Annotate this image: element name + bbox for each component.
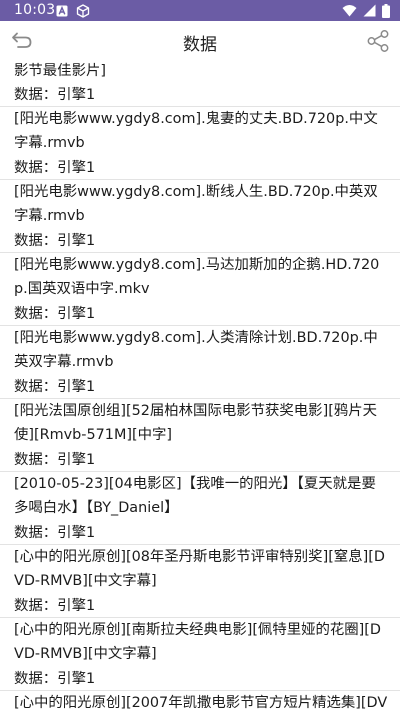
list-item[interactable]: [阳光电影www.ygdy8.com].人类清除计划.BD.720p.中英双字幕… (0, 326, 400, 399)
item-title: [阳光电影www.ygdy8.com].断线人生.BD.720p.中英双字幕.r… (14, 184, 378, 224)
app-bar: 数据 (0, 21, 400, 61)
item-meta: 数据：引擎1 (14, 598, 96, 614)
status-time: 10:03 (14, 2, 56, 18)
list-item[interactable]: [阳光电影www.ygdy8.com].断线人生.BD.720p.中英双字幕.r… (0, 180, 400, 253)
item-title: [心中的阳光原创][2007年凯撒电影节官方短片精选集][DVD-RMVB][法… (14, 695, 388, 711)
item-meta: 数据：引擎1 (14, 87, 96, 103)
list-item[interactable]: [2010-05-23][04电影区]【我唯一的阳光】【夏天就是要多喝白水】【B… (0, 472, 400, 545)
item-title: [2010-05-23][04电影区]【我唯一的阳光】【夏天就是要多喝白水】【B… (14, 476, 376, 516)
list-item[interactable]: [心中的阳光原创][南斯拉夫经典电影][佩特里娅的花圈][DVD-RMVB][中… (0, 618, 400, 691)
list-item[interactable]: 影节最佳影片] 数据：引擎1 (0, 61, 400, 107)
item-title: [心中的阳光原创][南斯拉夫经典电影][佩特里娅的花圈][DVD-RMVB][中… (14, 622, 381, 662)
list-item[interactable]: [阳光法国原创组][52届柏林国际电影节获奖电影][鸦片天使][Rmvb-571… (0, 399, 400, 472)
result-list: 影节最佳影片] 数据：引擎1 [阳光电影www.ygdy8.com].鬼妻的丈夫… (0, 61, 400, 711)
item-meta: 数据：引擎1 (14, 671, 96, 687)
status-bar: 10:03 (0, 0, 400, 21)
list-item[interactable]: [心中的阳光原创][08年圣丹斯电影节评审特别奖][窒息][DVD-RMVB][… (0, 545, 400, 618)
battery-icon (382, 3, 390, 18)
item-meta: 数据：引擎1 (14, 452, 96, 468)
item-meta: 数据：引擎1 (14, 160, 96, 176)
item-meta: 数据：引擎1 (14, 233, 96, 249)
item-title: [阳光电影www.ygdy8.com].马达加斯加的企鹅.HD.720p.国英双… (14, 257, 380, 297)
item-meta: 数据：引擎1 (14, 525, 96, 541)
wifi-icon (342, 4, 357, 17)
status-right-icons (342, 3, 390, 18)
item-title: [阳光电影www.ygdy8.com].鬼妻的丈夫.BD.720p.中文字幕.r… (14, 111, 378, 151)
item-meta: 数据：引擎1 (14, 379, 96, 395)
cube-icon (76, 3, 90, 18)
item-meta: 数据：引擎1 (14, 306, 96, 322)
font-a-icon (56, 5, 68, 17)
item-title: [阳光法国原创组][52届柏林国际电影节获奖电影][鸦片天使][Rmvb-571… (14, 403, 377, 443)
status-left-icons (56, 3, 90, 18)
signal-icon (363, 4, 376, 17)
list-item[interactable]: [阳光电影www.ygdy8.com].马达加斯加的企鹅.HD.720p.国英双… (0, 253, 400, 326)
share-button[interactable] (364, 29, 392, 57)
list-item[interactable]: [心中的阳光原创][2007年凯撒电影节官方短片精选集][DVD-RMVB][法… (0, 691, 400, 711)
list-item[interactable]: [阳光电影www.ygdy8.com].鬼妻的丈夫.BD.720p.中文字幕.r… (0, 107, 400, 180)
page-title: 数据 (183, 35, 217, 55)
item-title: [心中的阳光原创][08年圣丹斯电影节评审特别奖][窒息][DVD-RMVB][… (14, 549, 385, 589)
item-title: [阳光电影www.ygdy8.com].人类清除计划.BD.720p.中英双字幕… (14, 330, 378, 370)
share-icon (366, 29, 390, 57)
item-title: 影节最佳影片] (14, 63, 106, 79)
